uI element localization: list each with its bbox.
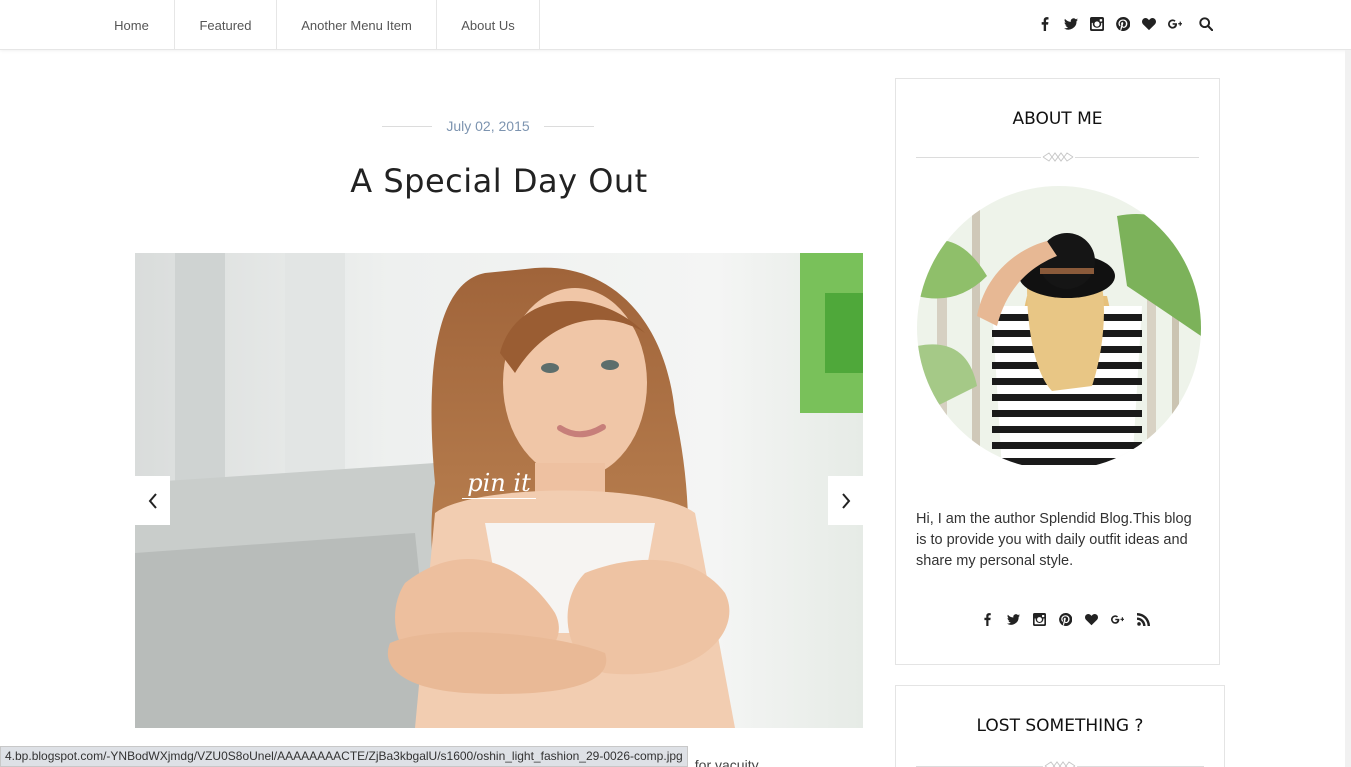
post-date: July 02, 2015 xyxy=(446,118,530,134)
title-separator xyxy=(916,151,1199,163)
menu-item-another[interactable]: Another Menu Item xyxy=(277,0,437,50)
google-plus-icon[interactable] xyxy=(1162,13,1188,35)
author-avatar xyxy=(917,186,1201,470)
facebook-icon[interactable] xyxy=(974,608,1000,630)
pin-it-button[interactable]: pin it xyxy=(462,468,536,512)
about-me-title: ABOUT ME xyxy=(1012,109,1103,129)
search-icon[interactable] xyxy=(1196,14,1216,34)
separator-line-right xyxy=(1077,765,1204,767)
rss-icon[interactable] xyxy=(1130,608,1156,630)
instagram-icon[interactable] xyxy=(1084,13,1110,35)
google-plus-icon[interactable] xyxy=(1104,608,1130,630)
twitter-icon[interactable] xyxy=(1000,608,1026,630)
separator-line-left xyxy=(916,765,1043,767)
top-navigation-bar: Home Featured Another Menu Item About Us xyxy=(0,0,1351,50)
title-separator xyxy=(916,760,1204,767)
date-divider-left xyxy=(382,125,433,127)
menu-item-featured[interactable]: Featured xyxy=(175,0,277,50)
post-title[interactable]: A Special Day Out xyxy=(135,162,863,200)
twitter-icon[interactable] xyxy=(1058,13,1084,35)
post-date-row: July 02, 2015 xyxy=(382,116,595,136)
chevron-right-icon xyxy=(841,492,850,509)
separator-ornament-icon xyxy=(1042,152,1073,162)
instagram-icon[interactable] xyxy=(1026,608,1052,630)
separator-line-right xyxy=(1074,156,1199,158)
lost-something-title: LOST SOMETHING ? xyxy=(976,716,1144,736)
page-scrollbar[interactable] xyxy=(1345,50,1351,767)
menu-item-home[interactable]: Home xyxy=(89,0,175,50)
pin-it-label: pin it xyxy=(462,468,536,499)
post-excerpt-peek: s. for vacuity xyxy=(680,757,759,767)
slider-prev-button[interactable] xyxy=(135,476,170,525)
pinterest-icon[interactable] xyxy=(1052,608,1078,630)
date-divider-right xyxy=(543,125,595,127)
main-menu: Home Featured Another Menu Item About Us xyxy=(89,0,540,50)
heart-icon[interactable] xyxy=(1136,13,1162,35)
slider-next-button[interactable] xyxy=(828,476,863,525)
chevron-left-icon xyxy=(148,492,157,509)
pinterest-icon[interactable] xyxy=(1110,13,1136,35)
about-me-widget: ABOUT ME Hi, I am the author Splendid Bl… xyxy=(895,78,1220,665)
top-social-links xyxy=(1032,13,1188,35)
separator-line-left xyxy=(916,156,1041,158)
menu-item-about-us[interactable]: About Us xyxy=(437,0,540,50)
author-bio: Hi, I am the author Splendid Blog.This b… xyxy=(916,511,1192,569)
browser-status-url: 4.bp.blogspot.com/-YNBodWXjmdg/VZU0S8oUn… xyxy=(0,746,688,767)
facebook-icon[interactable] xyxy=(1032,13,1058,35)
search-widget: LOST SOMETHING ? xyxy=(895,685,1225,767)
separator-ornament-icon xyxy=(1044,761,1076,767)
heart-icon[interactable] xyxy=(1078,608,1104,630)
about-social-links xyxy=(974,608,1156,630)
